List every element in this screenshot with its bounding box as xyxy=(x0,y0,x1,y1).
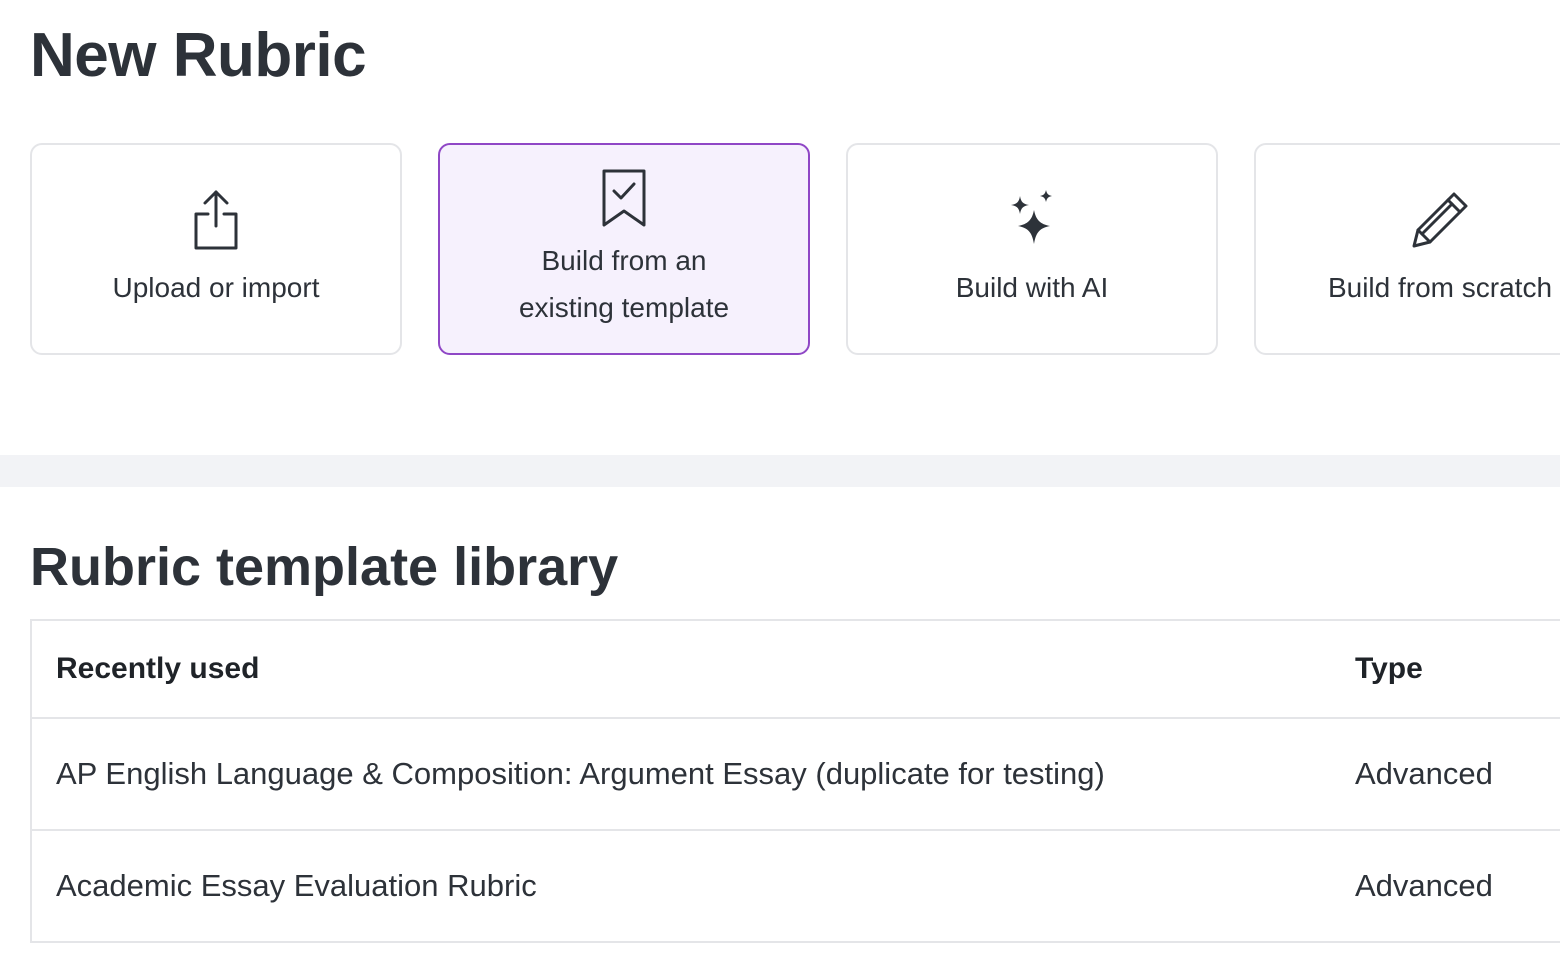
build-with-ai-option[interactable]: Build with AI xyxy=(846,143,1218,355)
option-label: Build from an existing template xyxy=(518,245,730,323)
page-title: New Rubric xyxy=(30,21,367,90)
build-from-template-option[interactable]: Build from an existing template xyxy=(438,143,810,355)
template-library-table: Recently used Type AP English Language &… xyxy=(30,619,1560,943)
option-label: Build with AI xyxy=(955,271,1109,303)
upload-or-import-option[interactable]: Upload or import xyxy=(30,143,402,355)
option-label: Build from scratch xyxy=(1327,271,1553,303)
template-name[interactable]: Academic Essay Evaluation Rubric xyxy=(56,831,537,941)
option-label: Upload or import xyxy=(112,271,320,303)
creation-options: Upload or import Build from an existing … xyxy=(30,143,1560,359)
template-name[interactable]: AP English Language & Composition: Argum… xyxy=(56,719,1105,829)
pencil-icon xyxy=(1408,188,1472,250)
column-header-type[interactable]: Type xyxy=(1355,621,1423,717)
section-divider xyxy=(0,455,1560,487)
new-rubric-page: New Rubric Upload or import Build from a… xyxy=(0,0,1560,962)
library-title: Rubric template library xyxy=(30,537,619,597)
template-type: Advanced xyxy=(1355,868,1493,903)
table-row[interactable]: AP English Language & Composition: Argum… xyxy=(32,719,1560,831)
build-from-scratch-option[interactable]: Build from scratch xyxy=(1254,143,1560,355)
column-header-recently-used[interactable]: Recently used xyxy=(56,621,259,717)
table-row[interactable]: Academic Essay Evaluation Rubric Advance… xyxy=(32,831,1560,943)
table-header-row: Recently used Type xyxy=(32,621,1560,719)
bookmark-check-icon xyxy=(600,167,648,229)
upload-share-icon xyxy=(192,188,240,250)
sparkles-icon xyxy=(1006,188,1058,250)
template-type: Advanced xyxy=(1355,756,1493,791)
